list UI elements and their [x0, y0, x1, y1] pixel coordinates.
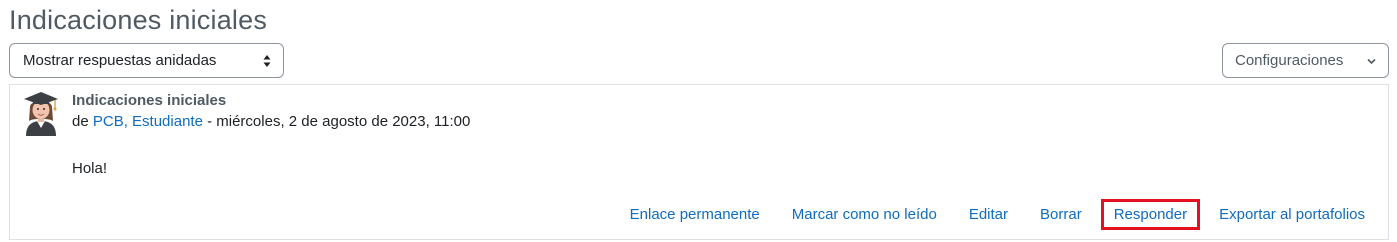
display-mode-value: Mostrar respuestas anidadas	[23, 52, 217, 69]
graduate-avatar-icon	[24, 92, 58, 136]
post-subject: Indicaciones iniciales	[72, 92, 227, 109]
page-title: Indicaciones iniciales	[9, 5, 268, 35]
post-date: miércoles, 2 de agosto de 2023, 11:00	[216, 113, 471, 130]
author-link[interactable]: PCB, Estudiante	[93, 113, 203, 130]
display-mode-select[interactable]: Mostrar respuestas anidadas	[9, 43, 284, 78]
delete-link[interactable]: Borrar	[1027, 199, 1095, 230]
permalink-link[interactable]: Enlace permanente	[617, 199, 773, 230]
post-byline: de PCB, Estudiante - miércoles, 2 de ago…	[72, 113, 470, 130]
select-updown-icon	[263, 55, 271, 67]
settings-label: Configuraciones	[1235, 52, 1344, 69]
byline-prefix: de	[72, 113, 93, 130]
export-portfolio-link[interactable]: Exportar al portafolios	[1206, 199, 1378, 230]
post-actions: Enlace permanente Marcar como no leído E…	[614, 198, 1388, 230]
reply-link[interactable]: Responder	[1100, 198, 1201, 230]
chevron-down-icon	[1367, 58, 1376, 65]
forum-post: Indicaciones iniciales de PCB, Estudiant…	[9, 84, 1389, 240]
date-separator: -	[202, 113, 217, 130]
edit-link[interactable]: Editar	[956, 199, 1021, 230]
settings-dropdown-button[interactable]: Configuraciones	[1222, 43, 1389, 78]
mark-unread-link[interactable]: Marcar como no leído	[779, 199, 950, 230]
post-body: Hola!	[72, 160, 108, 177]
